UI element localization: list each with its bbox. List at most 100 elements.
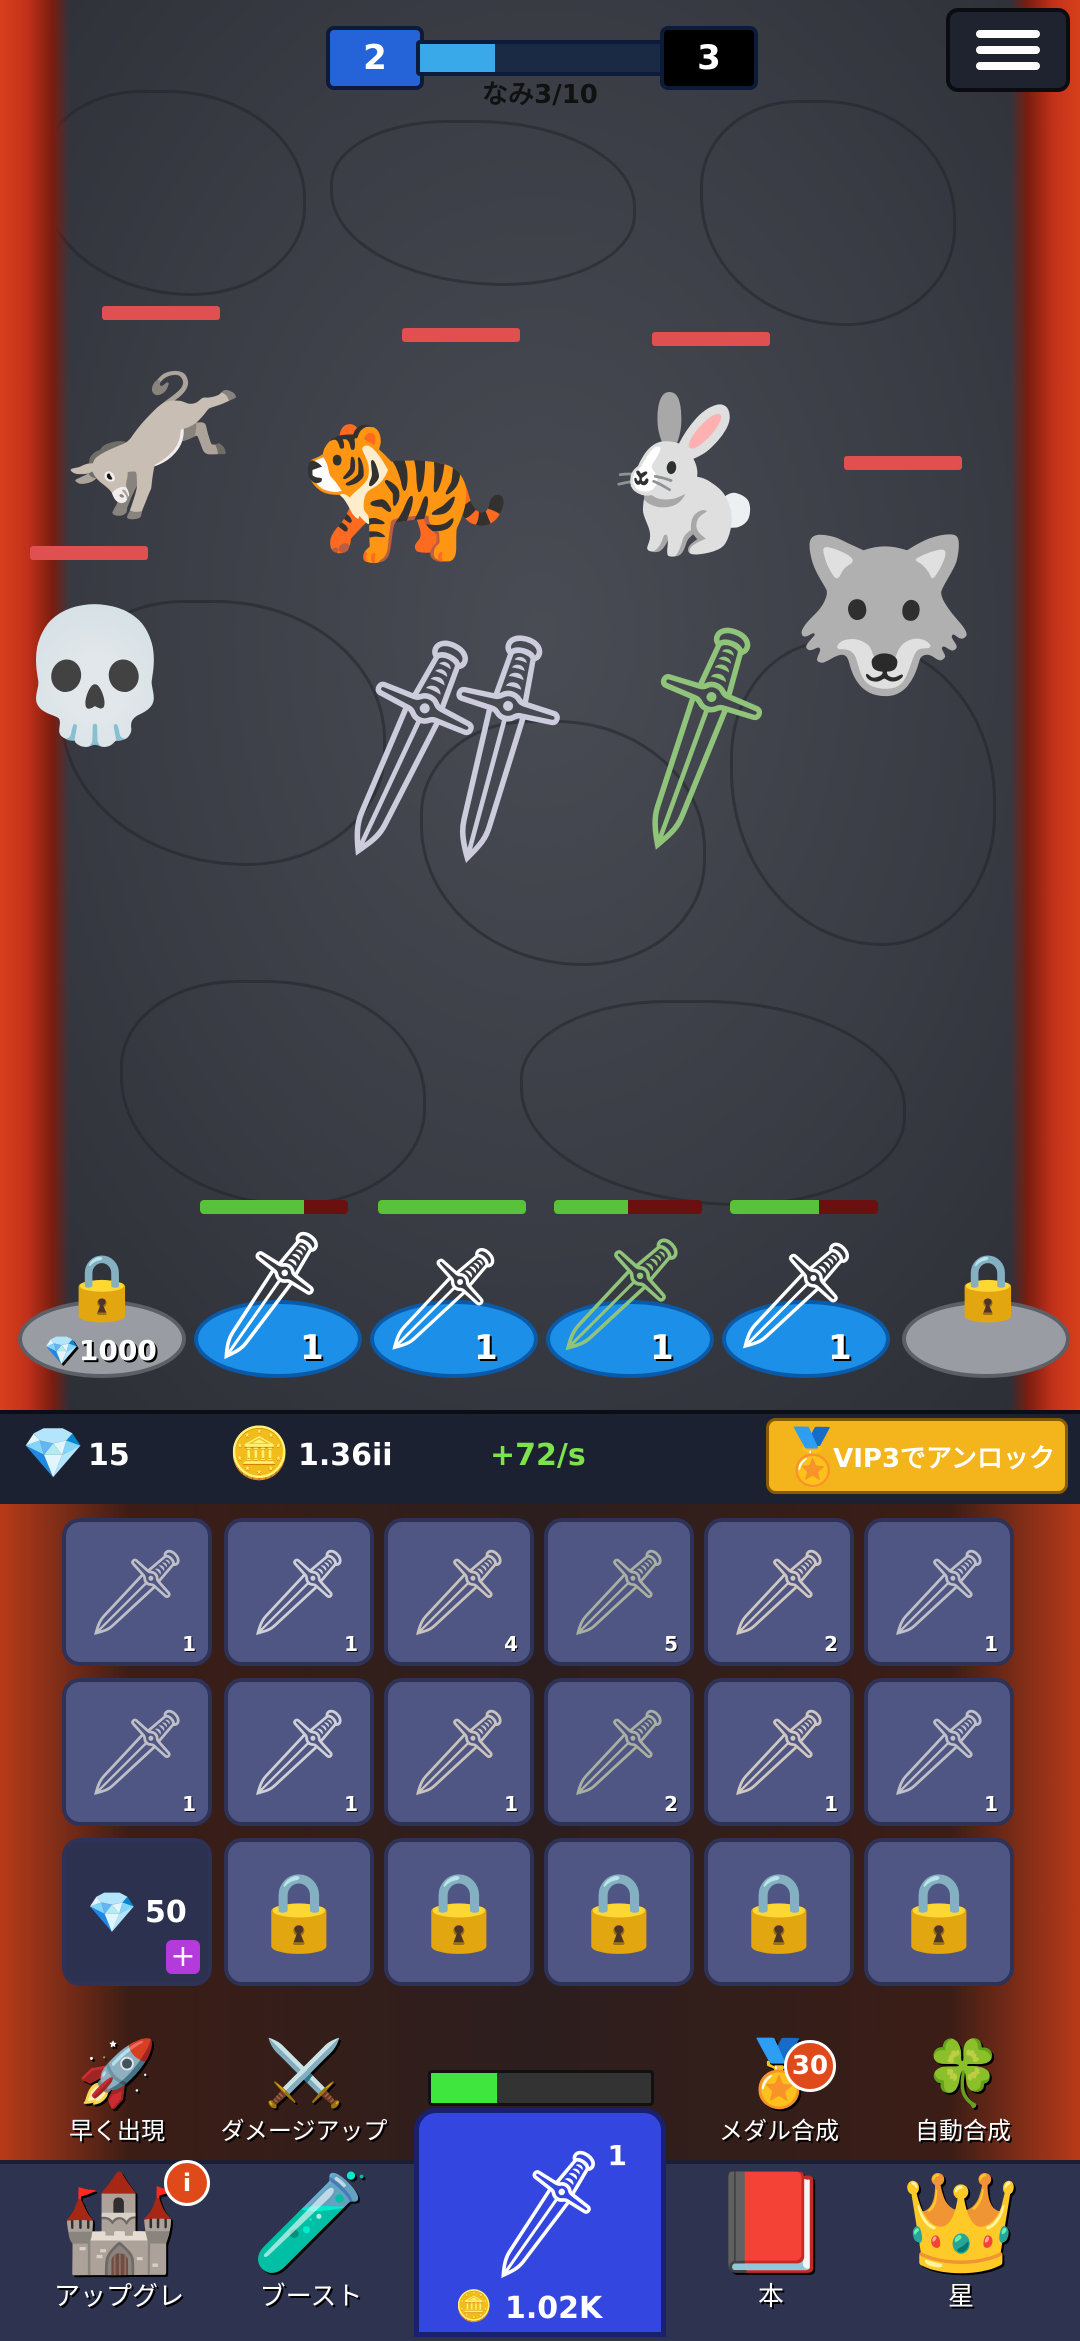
lava-right xyxy=(1010,0,1080,1410)
buy-price: 1.02K xyxy=(505,2291,603,2326)
slot-hp-bar xyxy=(730,1200,878,1214)
nav-book[interactable]: 📕 本 xyxy=(686,2166,856,2313)
nav-star[interactable]: 👑 星 xyxy=(876,2166,1046,2313)
lock-icon: 🔒 xyxy=(731,1867,827,1956)
lock-icon: 🔒 xyxy=(411,1867,507,1956)
inventory-cell[interactable]: 🗡 2 xyxy=(544,1678,694,1826)
gem-icon: 💎 xyxy=(87,1889,138,1936)
sword-icon: 🗡 xyxy=(245,1702,353,1801)
inventory-cell[interactable]: 🗡 1 xyxy=(384,1678,534,1826)
weapon-level: 1 xyxy=(984,1792,998,1816)
sword-icon: 🗡 xyxy=(885,1542,993,1641)
skeleton-icon: 💀 xyxy=(14,599,176,751)
lock-icon: 🔒 xyxy=(948,1251,1028,1325)
coin-icon: 🪙 xyxy=(455,2289,493,2324)
income-rate: +72/s xyxy=(490,1438,586,1473)
inventory-cell-locked[interactable]: 🔒 xyxy=(224,1838,374,1986)
slot-unlock-price: 💎1000 xyxy=(44,1334,157,1367)
quick-spawn-button[interactable]: 🚀 早く出現 xyxy=(32,2036,202,2146)
merge-progress-fill xyxy=(431,2073,497,2103)
sword-icon: 🗡 xyxy=(83,1542,191,1641)
gem-count: 15 xyxy=(88,1438,130,1473)
clover-icon: 🍀 xyxy=(923,2037,1003,2111)
auto-merge-button[interactable]: 🍀 自動合成 xyxy=(878,2036,1048,2146)
buy-weapon-button[interactable]: 1 🗡 🪙 1.02K xyxy=(414,2108,666,2337)
medal-merge-button[interactable]: 🏅 メダル合成 xyxy=(694,2036,864,2146)
expand-price: 50 xyxy=(145,1894,187,1930)
weapon-level: 2 xyxy=(664,1792,678,1816)
vip-unlock-button[interactable]: 🏅 VIP3でアンロック xyxy=(766,1418,1068,1494)
expand-inventory-button[interactable]: 💎 50 + xyxy=(62,1838,212,1986)
inventory-cell-locked[interactable]: 🔒 xyxy=(384,1838,534,1986)
sword-icon: 🗡 xyxy=(885,1702,993,1801)
weapon-level: 2 xyxy=(824,1632,838,1656)
inventory-cell[interactable]: 🗡 4 xyxy=(384,1518,534,1666)
lock-icon: 🔒 xyxy=(571,1867,667,1956)
enemy-hp-bar xyxy=(30,546,148,560)
coin-count: 1.36ii xyxy=(298,1438,393,1473)
inventory-cell[interactable]: 🗡 1 xyxy=(704,1678,854,1826)
weapon-level: 1 xyxy=(182,1632,196,1656)
gem-icon[interactable]: 💎 xyxy=(22,1424,84,1483)
weapon-level: 1 xyxy=(824,1792,838,1816)
slot-level: 1 xyxy=(828,1328,852,1368)
buy-level: 1 xyxy=(607,2139,627,2172)
sword-icon: 🗡 xyxy=(405,1542,513,1641)
lock-icon: 🔒 xyxy=(62,1251,142,1325)
wolf-icon: 🐺 xyxy=(790,528,977,702)
sword-icon: 🗡 xyxy=(565,1542,673,1641)
inventory-cell-locked[interactable]: 🔒 xyxy=(864,1838,1014,1986)
inventory-cell[interactable]: 🗡 2 xyxy=(704,1518,854,1666)
sword-icon: ⚔️ xyxy=(264,2037,344,2111)
plus-icon: + xyxy=(166,1940,200,1974)
inventory-cell[interactable]: 🗡 5 xyxy=(544,1518,694,1666)
weapon-level: 5 xyxy=(664,1632,678,1656)
inventory-cell[interactable]: 🗡 1 xyxy=(62,1518,212,1666)
menu-button[interactable] xyxy=(946,8,1070,92)
inventory-cell[interactable]: 🗡 1 xyxy=(864,1678,1014,1826)
wave-progress-fill xyxy=(420,44,495,72)
rabbit-icon: 🐇 xyxy=(588,388,775,562)
enemy-hp-bar xyxy=(402,328,520,342)
merge-progress-bar xyxy=(428,2070,654,2106)
nav-boost[interactable]: 🧪 ブースト xyxy=(226,2169,396,2313)
sword-icon: 🗡 xyxy=(565,1702,673,1801)
inventory-cell[interactable]: 🗡 1 xyxy=(62,1678,212,1826)
book-icon: 📕 xyxy=(711,2166,831,2278)
wave-progress-bar xyxy=(416,40,674,76)
donkey-icon: 🫏 xyxy=(60,358,247,532)
wave-current-level: 2 xyxy=(326,26,424,90)
slot-hp-bar xyxy=(200,1200,348,1214)
slot-level: 1 xyxy=(650,1328,674,1368)
weapon-level: 4 xyxy=(504,1632,518,1656)
sword-icon: 🗡 xyxy=(405,1702,513,1801)
medal-merge-badge: 30 xyxy=(784,2040,836,2092)
enemy-hp-bar xyxy=(102,306,220,320)
rocket-icon: 🚀 xyxy=(77,2037,157,2111)
crown-icon: 👑 xyxy=(901,2166,1021,2278)
lock-icon: 🔒 xyxy=(891,1867,987,1956)
wave-label: なみ3/10 xyxy=(482,80,598,110)
weapon-level: 1 xyxy=(182,1792,196,1816)
weapon-level: 1 xyxy=(984,1632,998,1656)
enemy-hp-bar xyxy=(652,332,770,346)
inventory-cell-locked[interactable]: 🔒 xyxy=(704,1838,854,1986)
sword-icon: 🗡 xyxy=(245,1542,353,1641)
inventory-cell-locked[interactable]: 🔒 xyxy=(544,1838,694,1986)
inventory-cell[interactable]: 🗡 1 xyxy=(864,1518,1014,1666)
sword-icon: 🗡 xyxy=(725,1702,833,1801)
weapon-level: 1 xyxy=(504,1792,518,1816)
medal-icon: 🏅 xyxy=(779,1425,847,1488)
weapon-level: 1 xyxy=(344,1632,358,1656)
slot-level: 1 xyxy=(300,1328,324,1368)
inventory-cell[interactable]: 🗡 1 xyxy=(224,1518,374,1666)
sword-icon: 🗡 xyxy=(83,1702,191,1801)
slot-level: 1 xyxy=(474,1328,498,1368)
sword-icon: 🗡 xyxy=(725,1542,833,1641)
inventory-cell[interactable]: 🗡 1 xyxy=(224,1678,374,1826)
coin-icon[interactable]: 🪙 xyxy=(228,1424,290,1483)
tiger-icon: 🐅 xyxy=(300,376,512,574)
slot-hp-bar xyxy=(378,1200,526,1214)
medal-icon: 🏅 xyxy=(739,2037,819,2111)
damage-up-button[interactable]: ⚔️ ダメージアップ xyxy=(214,2036,394,2146)
